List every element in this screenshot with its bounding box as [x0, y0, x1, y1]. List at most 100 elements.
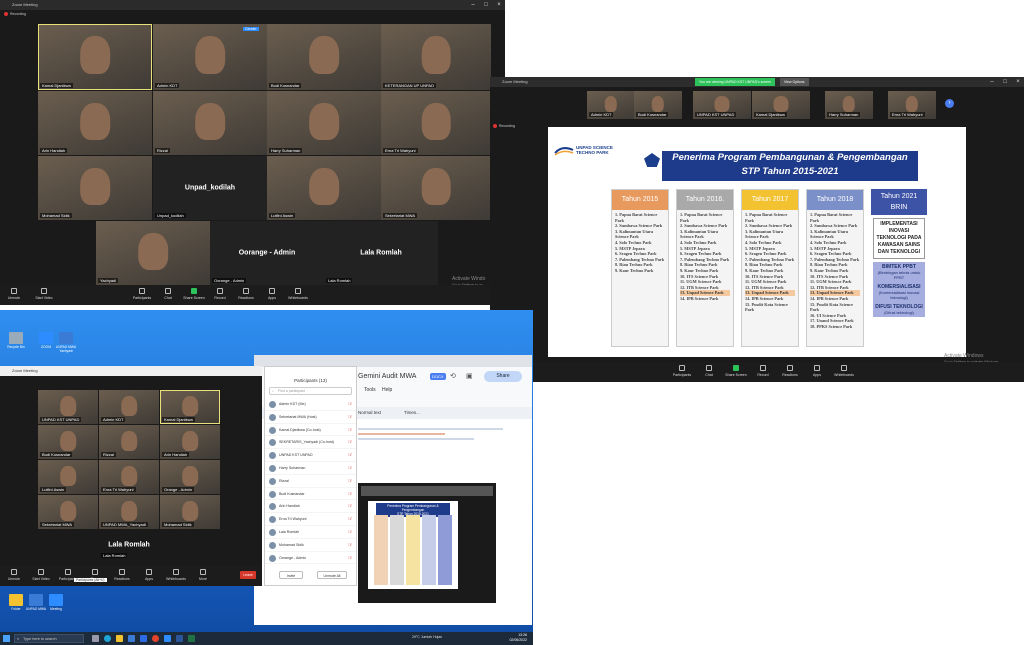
view-options-button[interactable]: View Options — [780, 78, 809, 86]
close-button[interactable]: × — [493, 0, 505, 10]
control-record[interactable]: Record — [208, 288, 232, 300]
menu-help[interactable]: Help — [382, 387, 392, 393]
participant-row[interactable]: Kamal Djanikwa (Co-host) 🎙̸ — [265, 424, 356, 437]
video-tile-kamal-djanikwa[interactable]: Kamal Djanikwa — [160, 390, 220, 424]
participant-row[interactable]: Budi Kusnandar 🎙̸ — [265, 488, 356, 501]
taskview-icon[interactable] — [92, 635, 99, 642]
strip-tile-admin-kdt[interactable]: Admin KDT — [587, 91, 635, 119]
video-tile-erna-tri-wahyuni[interactable]: Erna Tri Wahyuni — [99, 460, 159, 494]
control-apps[interactable]: Apps — [805, 365, 829, 377]
video-tile-lala-romlah[interactable]: Lala Romlah Lala Romlah — [324, 221, 438, 285]
video-tile-harry-suharman[interactable]: Harry Suharman — [267, 91, 381, 155]
desktop-icon-folder[interactable] — [9, 594, 23, 606]
participant-row[interactable]: UNPAD KST UNPAD 🎙̸ — [265, 449, 356, 462]
video-tile-keterangan-up-unpad[interactable]: KETERANGAN UP UNPAD — [381, 24, 491, 90]
control-reactions[interactable]: Reactions — [234, 288, 258, 300]
video-tile-unpad-kodilah[interactable]: Unpad_kodilah Unpad_kodilah — [153, 156, 267, 220]
video-tile-kamal-djanikwa[interactable]: Kamal Djanikwa — [38, 24, 152, 90]
video-tile-unpad-kst-unpad[interactable]: UNPAD KST UNPAD — [38, 390, 98, 424]
control-whiteboards[interactable]: Whiteboards — [164, 569, 188, 581]
next-page-icon[interactable]: › — [945, 99, 954, 108]
control-unmute[interactable]: Unmute — [2, 569, 26, 581]
participant-row[interactable]: Oorange - Admin 🎙̸ — [265, 552, 356, 565]
explorer-icon[interactable] — [116, 635, 123, 642]
control-reactions[interactable]: Reactions — [110, 569, 134, 581]
participant-row[interactable]: Admin KDT (Me) 🎙̸ — [265, 398, 356, 411]
weather-tray[interactable]: 29°C Jumlah Hujan — [412, 635, 442, 639]
participant-row[interactable]: Mohamad Sidik 🎙̸ — [265, 539, 356, 552]
video-tile-mohamad-sidik[interactable]: Mohamad Sidik — [38, 156, 152, 220]
desktop-icon-unpad-mwa[interactable] — [29, 594, 43, 606]
participant-row[interactable]: Sekretariat MWA (Host) 🎙̸ — [265, 411, 356, 424]
video-tile-mohamad-sidik[interactable]: Mohamad Sidik — [160, 495, 220, 529]
control-participants[interactable]: Participants — [670, 365, 694, 377]
video-tile-rizzal[interactable]: Rizzal — [153, 91, 267, 155]
strip-tile-erna-tri-wahyuni[interactable]: Erna Tri Wahyuni — [888, 91, 936, 119]
unmute-all-button[interactable]: Unmute All — [317, 571, 347, 579]
font-dropdown[interactable]: Times... — [404, 410, 420, 415]
mail-icon[interactable] — [140, 635, 147, 642]
edge-icon[interactable] — [104, 635, 111, 642]
maximize-button[interactable]: □ — [480, 0, 492, 10]
desktop-icon-zoom[interactable] — [39, 332, 53, 344]
participant-row[interactable]: Erna Tri Wahyuni 🎙̸ — [265, 513, 356, 526]
control-participants[interactable]: Participants — [130, 288, 154, 300]
style-dropdown[interactable]: Normal text — [358, 410, 381, 415]
chrome-icon[interactable] — [152, 635, 159, 642]
strip-tile-kamal-djanikwa[interactable]: Kamal Djanikwa — [752, 91, 810, 119]
invite-button[interactable]: Invite — [279, 571, 303, 579]
minimize-button[interactable]: – — [467, 0, 479, 10]
minimize-button[interactable]: – — [986, 77, 998, 87]
control-whiteboards[interactable]: Whiteboards — [832, 365, 856, 377]
participant-search[interactable]: ⌕ Find a participant — [269, 387, 352, 395]
leave-button[interactable]: Leave — [240, 571, 256, 579]
doc-title[interactable]: Gemini Audit MWA — [358, 373, 416, 380]
video-tile-sekretariat-mwa[interactable]: Sekretariat MWA — [381, 156, 491, 220]
close-button[interactable]: × — [1012, 77, 1024, 87]
clock[interactable]: 13:26 02/06/2022 — [509, 633, 527, 643]
video-tile-budi-kusnandar[interactable]: Budi Kusnandar — [38, 425, 98, 459]
strip-tile-unpad-kst-unpad[interactable]: UNPAD KST UNPAD — [693, 91, 751, 119]
control-record[interactable]: Record — [751, 365, 775, 377]
video-tile-lutfini-aswin[interactable]: Lutfini Aswin — [38, 460, 98, 494]
participant-row[interactable]: Rizzal 🎙̸ — [265, 475, 356, 488]
video-tile-orange-admin[interactable]: Orange - Admin — [160, 460, 220, 494]
control-apps[interactable]: Apps — [137, 569, 161, 581]
control-chat[interactable]: Chat — [697, 365, 721, 377]
participant-row[interactable]: SEKRETARIS_Yachyadi (Co-host) 🎙̸ — [265, 436, 356, 450]
excel-icon[interactable] — [188, 635, 195, 642]
control-share-screen[interactable]: Share Screen — [724, 365, 748, 377]
control-start-video[interactable]: Start Video — [32, 288, 56, 300]
desktop-icon-unpad-mwa-yachyadi[interactable] — [59, 332, 73, 344]
start-icon[interactable] — [3, 635, 10, 642]
video-tile-yachyadi[interactable]: Yachyadi — [96, 221, 210, 285]
video-tile-sekretariat-mwa[interactable]: Sekretariat MWA — [38, 495, 98, 529]
maximize-button[interactable]: □ — [999, 77, 1011, 87]
desktop-icon-meeting[interactable] — [49, 594, 63, 606]
strip-tile-budi-kusnandar[interactable]: Budi Kusnandar — [634, 91, 682, 119]
video-tile-budi-kusnandar[interactable]: Budi Kusnandar — [267, 24, 381, 90]
menu-tools[interactable]: Tools — [364, 387, 376, 393]
video-tile-unpad-mwa-yachyadi[interactable]: UNPAD MWA_Yachyadi — [99, 495, 159, 529]
share-button[interactable]: Share — [484, 371, 522, 382]
video-tile-admin-kdt[interactable]: Admin KDT — [99, 390, 159, 424]
control-more[interactable]: More — [191, 569, 215, 581]
video-tile-oorange-admin[interactable]: Oorange - Admin Oorange - Admin — [210, 221, 324, 285]
control-unmute[interactable]: Unmute — [2, 288, 26, 300]
store-icon[interactable] — [128, 635, 135, 642]
zoom-icon[interactable] — [164, 635, 171, 642]
control-start-video[interactable]: Start Video — [29, 569, 53, 581]
video-tile-arin-handiah[interactable]: Arin Handiah — [160, 425, 220, 459]
control-apps[interactable]: Apps — [260, 288, 284, 300]
participant-row[interactable]: Arin Handiah 🎙̸ — [265, 500, 356, 514]
participant-row[interactable]: Lala Romlah 🎙̸ — [265, 526, 356, 539]
video-tile-arin-handiah[interactable]: Arin Handiah — [38, 91, 152, 155]
word-icon[interactable] — [176, 635, 183, 642]
video-tile-erna-tri-wahyuni[interactable]: Erna Tri Wahyuni — [381, 91, 491, 155]
control-share-screen[interactable]: Share Screen — [182, 288, 206, 300]
history-icon[interactable]: ⟲ — [450, 372, 456, 380]
control-reactions[interactable]: Reactions — [778, 365, 802, 377]
taskbar-search[interactable]: ⌕ Type here to search — [14, 634, 84, 643]
strip-tile-harry-suharman[interactable]: Harry Suharman — [825, 91, 873, 119]
video-tile-rizzal[interactable]: Rizzal — [99, 425, 159, 459]
